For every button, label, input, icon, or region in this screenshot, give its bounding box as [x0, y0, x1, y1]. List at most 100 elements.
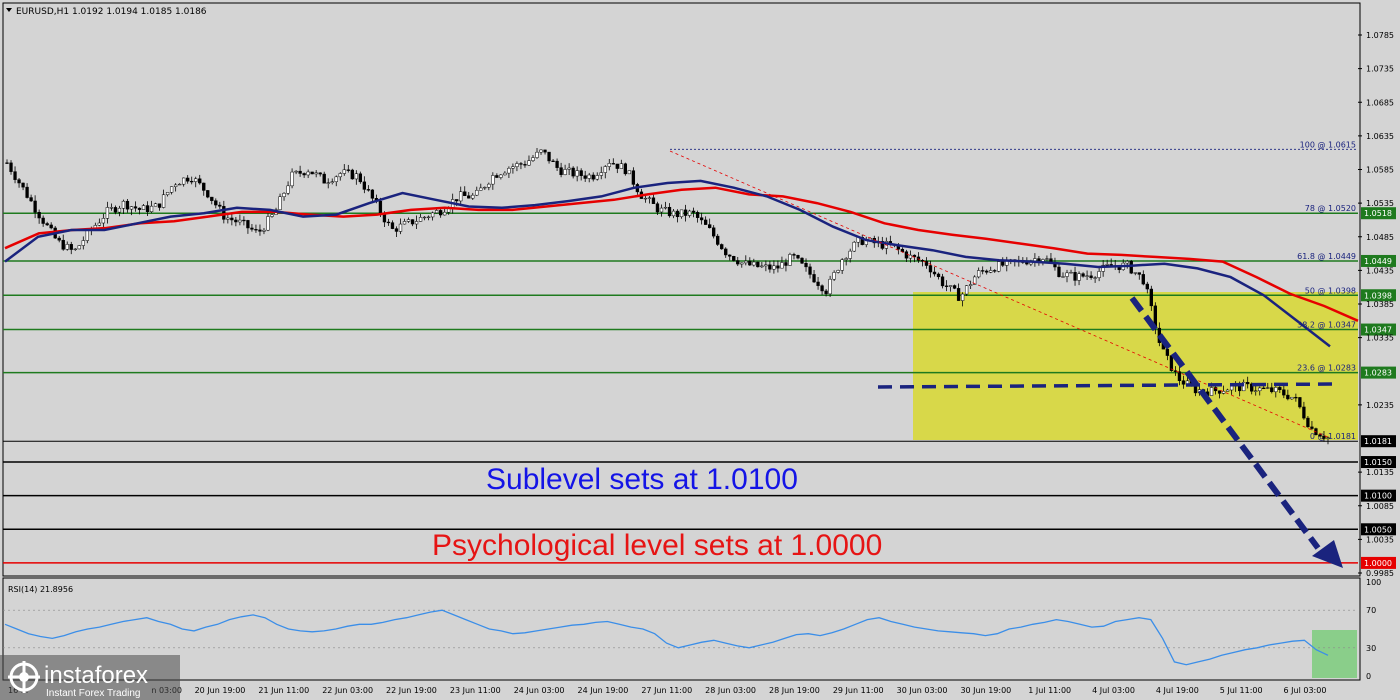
candle-body [1298, 397, 1302, 408]
candle-body [186, 177, 190, 182]
candle-body [410, 219, 415, 225]
candle-body [1290, 396, 1294, 400]
candle-body [178, 183, 182, 186]
candle-body [764, 264, 768, 267]
candle-body [206, 190, 210, 198]
candle-body [13, 171, 17, 180]
candle-body [161, 194, 166, 208]
candle-body [282, 192, 286, 197]
price-tag-label: 1.0518 [1364, 209, 1392, 218]
candle-body [816, 281, 820, 286]
candle-body [997, 261, 1001, 272]
candle-body [426, 216, 431, 218]
candle-body [338, 173, 342, 178]
candle-body [627, 170, 632, 175]
candle-body [1302, 406, 1306, 419]
candle-body [238, 219, 242, 223]
candle-body [270, 214, 274, 217]
candle-body [1266, 387, 1270, 389]
candle-body [165, 192, 170, 196]
candle-body [37, 211, 41, 219]
price-tick-label: 1.0235 [1366, 401, 1394, 410]
candle-body [776, 265, 780, 269]
price-tick-label: 1.0335 [1366, 334, 1394, 343]
candle-body [944, 285, 949, 287]
price-tick-label: 1.0035 [1366, 535, 1394, 544]
candle-body [1306, 417, 1310, 428]
candle-body [559, 167, 563, 175]
candle-body [908, 254, 913, 259]
time-tick-label: 20 Jun 19:00 [195, 686, 246, 695]
candle-body [675, 210, 680, 218]
candle-body [1125, 261, 1129, 264]
candle-body [129, 206, 134, 210]
candle-body [495, 175, 499, 178]
price-tag-label: 1.0449 [1364, 257, 1392, 266]
watermark-tagline: Instant Forex Trading [46, 688, 141, 699]
candle-body [583, 175, 587, 179]
candle-body [691, 210, 696, 213]
price-chart[interactable]: 100 @ 1.0615 78 @ 1.0520 61.8 @ 1.0449 50 @… [0, 0, 1400, 700]
candle-body [182, 177, 186, 185]
candle-body [699, 217, 704, 221]
candle-body [848, 250, 852, 259]
candle-body [354, 173, 358, 180]
candle-body [378, 200, 383, 214]
candle-body [503, 172, 507, 176]
candle-body [932, 271, 937, 275]
candle-body [1141, 274, 1145, 285]
candle-body [422, 216, 427, 219]
watermark-brand: instaforex [44, 662, 148, 689]
candle-body [985, 270, 989, 273]
candle-body [1145, 283, 1149, 290]
candle-body [49, 224, 53, 229]
candle-body [153, 203, 158, 207]
candle-body [471, 194, 475, 199]
candle-body [266, 216, 270, 231]
candle-body [1294, 396, 1298, 399]
candle-body [1065, 272, 1069, 277]
candle-body [619, 163, 623, 169]
candle-body [989, 270, 993, 273]
candle-body [615, 163, 619, 169]
candle-body [820, 285, 824, 292]
candle-body [310, 171, 314, 175]
candle-body [1282, 389, 1286, 396]
candle-body [1137, 272, 1141, 275]
price-tick-label: 1.0535 [1366, 199, 1394, 208]
candle-body [1069, 272, 1073, 274]
candle-body [1061, 276, 1065, 278]
candle-body [812, 274, 816, 283]
candle-body [1073, 272, 1077, 281]
candle-body [483, 186, 487, 189]
candle-body [202, 182, 206, 191]
candle-body [318, 172, 322, 175]
candle-body [804, 262, 808, 268]
candle-body [21, 182, 25, 188]
candle-body [756, 261, 760, 268]
candle-body [330, 181, 334, 183]
time-tick-label: 27 Jun 11:00 [641, 686, 692, 695]
candle-body [1129, 261, 1133, 274]
candle-body [800, 257, 804, 264]
candle-body [29, 197, 33, 202]
candle-body [286, 185, 290, 194]
candle-body [101, 218, 106, 224]
header-label: EURUSD,H1 1.0192 1.0194 1.0185 1.0186 [6, 7, 207, 17]
price-tick-label: 1.0635 [1366, 132, 1394, 141]
candle-body [1097, 271, 1101, 278]
candle-body [173, 184, 178, 187]
candle-body [1310, 426, 1314, 429]
candle-body [443, 211, 447, 216]
candle-body [157, 203, 162, 208]
time-tick-label: 29 Jun 11:00 [833, 686, 884, 695]
candle-body [438, 210, 443, 216]
price-tick-label: 1.0085 [1366, 502, 1394, 511]
candle-body [828, 278, 832, 295]
candle-body [430, 212, 435, 218]
candle-body [370, 189, 375, 199]
candle-body [9, 162, 13, 172]
candle-body [623, 163, 627, 175]
candle-body [434, 210, 439, 214]
candle-body [346, 169, 350, 171]
